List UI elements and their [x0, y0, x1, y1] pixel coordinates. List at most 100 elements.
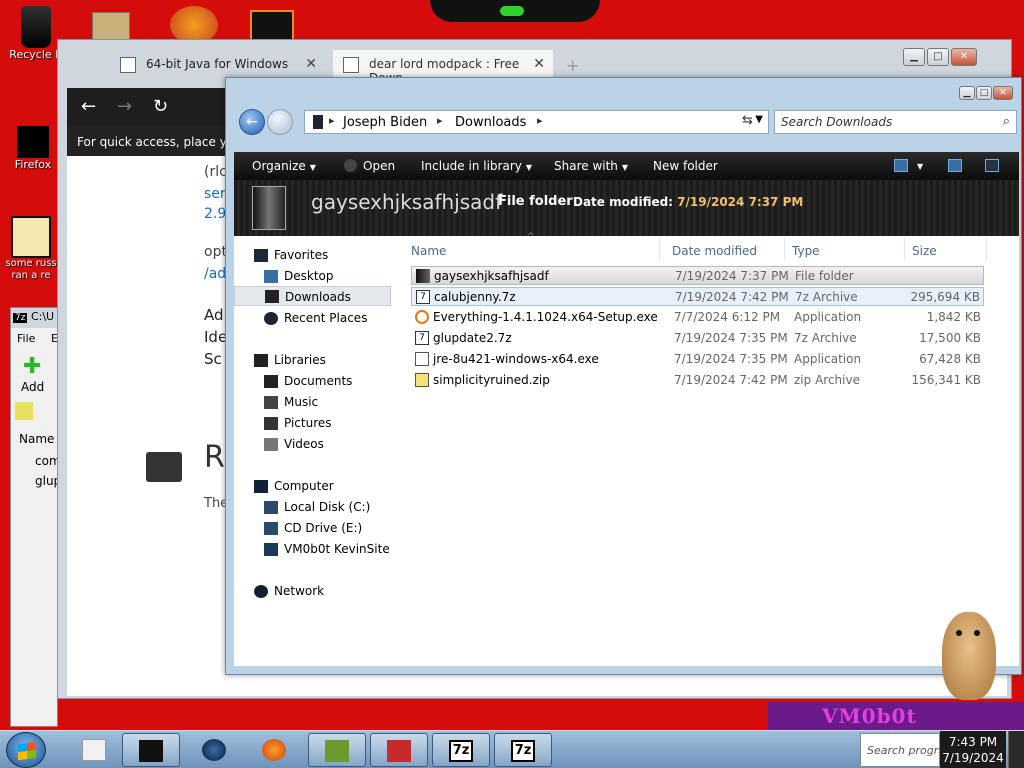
- music-icon: [264, 396, 278, 409]
- file-row[interactable]: 7 calubjenny.7z 7/19/2024 7:42 PM 7z Arc…: [411, 287, 984, 306]
- column-divider[interactable]: [986, 238, 987, 260]
- nav-videos[interactable]: Videos: [264, 437, 324, 451]
- refresh-icon[interactable]: ⇆: [742, 113, 753, 128]
- breadcrumb-separator: ▸: [437, 114, 443, 127]
- address-dropdown-icon[interactable]: ▼: [755, 114, 763, 125]
- desktop-icon-label: Firefox: [14, 158, 52, 171]
- start-button[interactable]: [6, 732, 46, 768]
- help-icon[interactable]: [985, 159, 999, 172]
- desktop-icon-firefox[interactable]: Firefox: [6, 126, 60, 171]
- file-row[interactable]: 7 glupdate2.7z 7/19/2024 7:35 PM 7z Arch…: [411, 329, 984, 348]
- close-tab-icon[interactable]: ✕: [305, 56, 317, 72]
- file-row[interactable]: Everything-1.4.1.1024.x64-Setup.exe 7/7/…: [411, 308, 984, 327]
- nav-pictures[interactable]: Pictures: [264, 416, 332, 430]
- view-icon[interactable]: [894, 159, 908, 172]
- 7zip-column-name[interactable]: Name: [19, 432, 54, 446]
- minimize-button[interactable]: ▁: [903, 48, 925, 66]
- nav-libraries[interactable]: Libraries: [254, 353, 326, 367]
- close-button[interactable]: ✕: [993, 86, 1013, 100]
- forward-button[interactable]: [267, 109, 293, 135]
- nav-network-drive[interactable]: VM0b0t KevinSite: [264, 542, 390, 556]
- start-search-input[interactable]: Search progra: [860, 733, 940, 767]
- 7zip-menu-file[interactable]: File: [17, 332, 35, 345]
- close-button[interactable]: ✕: [951, 48, 977, 66]
- taskbar-media-player[interactable]: [66, 733, 124, 767]
- column-header-type[interactable]: Type: [792, 244, 820, 258]
- tab-modpack[interactable]: dear lord modpack : Free Down ✕: [333, 50, 553, 85]
- back-arrow-icon[interactable]: ←: [81, 96, 96, 117]
- forward-arrow-icon[interactable]: →: [117, 96, 132, 117]
- desktop-folder-icon[interactable]: [92, 12, 130, 40]
- folder-up-icon[interactable]: [15, 402, 33, 420]
- desktop-app-icon-2[interactable]: [250, 10, 294, 42]
- column-header-date[interactable]: Date modified: [672, 244, 757, 258]
- details-pane: gaysexhjksafhjsadf File folder Date modi…: [234, 180, 1019, 236]
- nav-music[interactable]: Music: [264, 395, 318, 409]
- page-link[interactable]: ser: [204, 186, 226, 202]
- maximize-button[interactable]: □: [927, 48, 949, 66]
- breadcrumb-separator: ▸: [537, 114, 543, 127]
- nav-downloads[interactable]: Downloads: [234, 286, 391, 306]
- taskbar-toolbox[interactable]: [370, 733, 428, 767]
- show-desktop-button[interactable]: [1008, 731, 1024, 768]
- column-divider[interactable]: [904, 238, 905, 260]
- taskbar-7zip-2[interactable]: 7z: [494, 733, 552, 767]
- navigation-pane: Favorites Desktop Downloads Recent Place…: [234, 236, 399, 666]
- file-row-folder[interactable]: gaysexhjksafhjsadf 7/19/2024 7:37 PM Fil…: [411, 266, 984, 285]
- column-header-name[interactable]: Name: [411, 244, 446, 258]
- address-bar[interactable]: ▸ Joseph Biden ▸ Downloads ▸ ▼: [304, 110, 769, 134]
- nav-desktop[interactable]: Desktop: [264, 269, 334, 283]
- nav-favorites[interactable]: Favorites: [254, 248, 328, 262]
- preview-pane-icon[interactable]: [948, 159, 962, 172]
- 7zip-window[interactable]: 7z C:\U File E ✚ Add Name com glup: [10, 307, 61, 727]
- nav-computer[interactable]: Computer: [254, 479, 334, 493]
- new-folder-button[interactable]: New folder: [653, 159, 718, 173]
- program-icon: [11, 216, 51, 258]
- system-clock[interactable]: 7:43 PM 7/19/2024: [940, 731, 1006, 768]
- star-icon: [254, 249, 268, 262]
- breadcrumb-user[interactable]: Joseph Biden: [343, 115, 427, 130]
- taskbar-firefox[interactable]: [246, 733, 304, 767]
- nav-local-disk[interactable]: Local Disk (C:): [264, 500, 370, 514]
- page-text: (rlc: [204, 164, 227, 180]
- taskbar-explorer[interactable]: [122, 733, 180, 767]
- minimize-button[interactable]: ▁: [959, 86, 975, 100]
- view-dropdown-icon[interactable]: ▼: [917, 162, 923, 171]
- back-button[interactable]: ←: [239, 109, 265, 135]
- organize-button[interactable]: Organize ▼: [252, 159, 316, 173]
- page-link[interactable]: /ad: [204, 266, 226, 282]
- recent-places-icon: [264, 312, 278, 325]
- maximize-button[interactable]: □: [976, 86, 992, 100]
- nav-documents[interactable]: Documents: [264, 374, 352, 388]
- file-row[interactable]: simplicityruined.zip 7/19/2024 7:42 PM z…: [411, 371, 984, 390]
- 7zip-add-button[interactable]: Add: [21, 380, 44, 394]
- new-tab-button[interactable]: +: [566, 56, 579, 75]
- taskbar-7zip-1[interactable]: 7z: [432, 733, 490, 767]
- clock-date: 7/19/2024: [942, 751, 1004, 765]
- chevron-down-icon: ▼: [525, 163, 533, 172]
- explorer-window[interactable]: ▁ □ ✕ ← ▸ Joseph Biden ▸ Downloads ▸ ▼ ⇆…: [225, 77, 1022, 675]
- cd-drive-icon: [264, 522, 278, 535]
- 7z-archive-icon: 7: [416, 290, 430, 304]
- column-divider[interactable]: [784, 238, 785, 260]
- nav-recent-places[interactable]: Recent Places: [264, 311, 367, 325]
- breadcrumb-downloads[interactable]: Downloads: [455, 115, 526, 130]
- share-with-button[interactable]: Share with ▼: [554, 159, 628, 173]
- reload-icon[interactable]: ↻: [153, 96, 168, 117]
- file-row[interactable]: jre-8u421-windows-x64.exe 7/19/2024 7:35…: [411, 350, 984, 369]
- taskbar-game[interactable]: [308, 733, 366, 767]
- nav-network[interactable]: Network: [254, 584, 324, 598]
- close-tab-icon[interactable]: ✕: [533, 56, 545, 72]
- desktop-icon-russian[interactable]: some russ ran a re: [4, 216, 58, 282]
- firefox-icon: [262, 739, 286, 761]
- column-header-size[interactable]: Size: [912, 244, 937, 258]
- open-button[interactable]: Open: [363, 159, 395, 173]
- include-in-library-button[interactable]: Include in library ▼: [421, 159, 532, 173]
- search-input[interactable]: Search Downloads ⌕: [774, 110, 1017, 134]
- search-icon[interactable]: ⌕: [1003, 114, 1010, 129]
- column-divider[interactable]: [659, 238, 660, 260]
- tab-java[interactable]: 64-bit Java for Windows ✕: [110, 50, 325, 80]
- page-link[interactable]: 2.9: [204, 206, 226, 222]
- taskbar-globe[interactable]: [186, 733, 244, 767]
- nav-cd-drive[interactable]: CD Drive (E:): [264, 521, 362, 535]
